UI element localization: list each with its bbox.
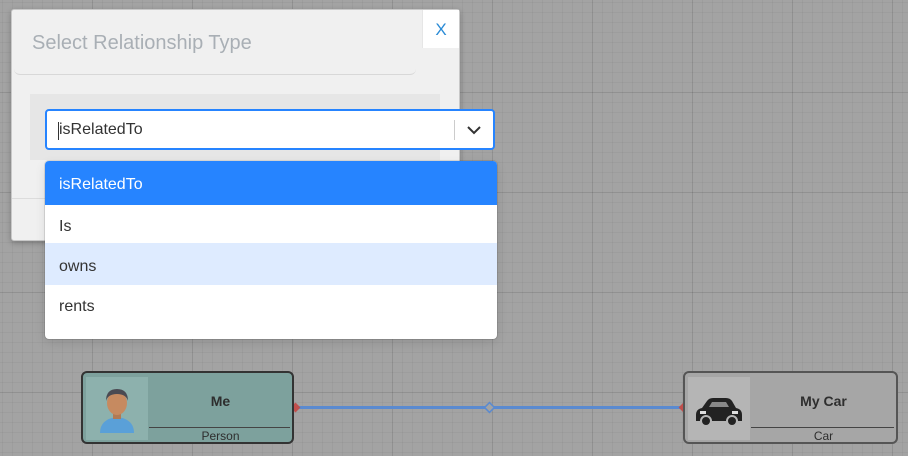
- node-type: Person: [201, 429, 240, 443]
- node-me[interactable]: Me Person: [81, 371, 294, 444]
- node-name: Me: [210, 393, 231, 409]
- option-isrelatedto[interactable]: isRelatedTo: [45, 161, 497, 205]
- person-avatar-icon: [86, 377, 148, 440]
- modal-header: Select Relationship Type: [14, 10, 416, 75]
- select-value: isRelatedTo: [59, 121, 143, 138]
- edge-midpoint-handle: [483, 401, 496, 414]
- node-my-car[interactable]: My Car Car: [683, 371, 898, 444]
- node-name: My Car: [800, 393, 847, 409]
- chevron-down-icon[interactable]: [463, 120, 485, 140]
- close-button[interactable]: X: [422, 10, 459, 48]
- modal-title: Select Relationship Type: [32, 32, 252, 54]
- select-menu: isRelatedTo Is owns rents: [45, 161, 497, 339]
- divider: [751, 427, 894, 428]
- select-separator: [454, 120, 455, 140]
- car-icon: [688, 377, 750, 440]
- option-rents[interactable]: rents: [45, 283, 497, 325]
- option-owns[interactable]: owns: [45, 243, 497, 285]
- relationship-type-select[interactable]: isRelatedTo: [45, 109, 495, 150]
- option-is[interactable]: Is: [45, 203, 497, 245]
- divider: [149, 427, 290, 428]
- node-type: Car: [813, 429, 834, 443]
